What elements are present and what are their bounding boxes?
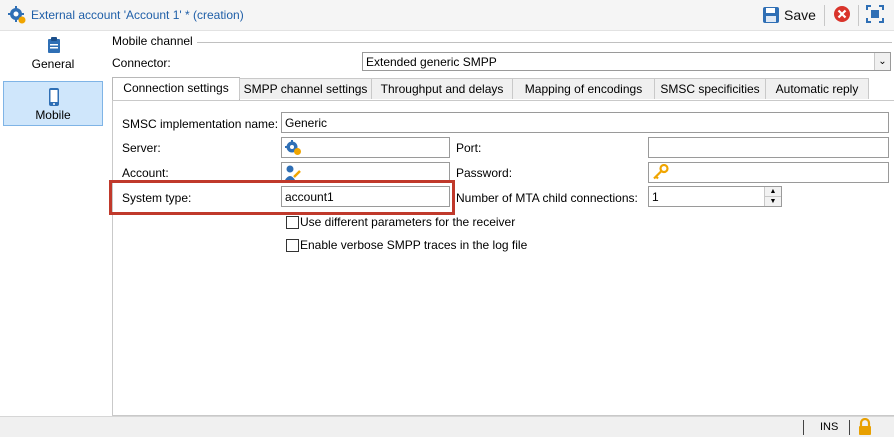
insert-mode-indicator: INS — [820, 421, 839, 433]
port-label: Port: — [456, 141, 482, 155]
mta-connections-label: Number of MTA child connections: — [456, 191, 638, 205]
smsc-name-label: SMSC implementation name: — [122, 117, 279, 131]
status-separator — [803, 420, 804, 435]
status-bar: INS — [0, 416, 894, 437]
connector-label: Connector: — [112, 56, 171, 70]
receiver-params-label: Use different parameters for the receive… — [300, 215, 516, 229]
cancel-button[interactable] — [833, 5, 853, 25]
verbose-traces-checkbox[interactable] — [286, 239, 299, 252]
smsc-name-value: Generic — [285, 116, 328, 130]
tab-smpp-channel-settings[interactable]: SMPP channel settings — [239, 78, 372, 99]
external-account-gear-icon — [8, 6, 26, 24]
close-circle-icon — [834, 6, 850, 22]
toolbar-separator — [824, 5, 825, 26]
increment-arrow-icon[interactable]: ▲ — [765, 187, 781, 197]
save-button[interactable]: Save — [760, 4, 820, 26]
server-label: Server: — [122, 141, 161, 155]
sidebar-item-label: Mobile — [35, 108, 71, 122]
password-label: Password: — [456, 166, 513, 180]
password-input[interactable] — [648, 162, 889, 183]
receiver-params-checkbox[interactable] — [286, 216, 299, 229]
toolbar-separator — [858, 5, 859, 26]
key-icon — [653, 164, 669, 180]
maximize-button[interactable] — [866, 5, 886, 25]
sidebar: General Mobile — [0, 31, 107, 416]
title-bar: External account 'Account 1' * (creation… — [0, 0, 894, 31]
sidebar-item-mobile[interactable]: Mobile — [3, 81, 103, 126]
user-key-icon — [285, 165, 301, 180]
sidebar-item-general[interactable]: General — [3, 31, 103, 76]
connector-select[interactable]: Extended generic SMPP ⌄ — [362, 52, 891, 71]
mobile-phone-icon — [49, 88, 59, 106]
tab-connection-settings[interactable]: Connection settings — [112, 77, 240, 100]
tab-smsc-specificities[interactable]: SMSC specificities — [654, 78, 766, 99]
maximize-icon — [866, 5, 884, 23]
smsc-name-input[interactable]: Generic — [281, 112, 889, 133]
section-title: Mobile channel — [112, 34, 193, 48]
floppy-disk-icon — [763, 7, 779, 23]
status-separator — [849, 420, 850, 435]
server-gear-icon — [285, 140, 301, 155]
chevron-down-icon[interactable]: ⌄ — [874, 53, 890, 70]
sidebar-item-label: General — [31, 57, 75, 71]
tab-bar: Connection settings SMPP channel setting… — [112, 77, 894, 100]
save-button-label: Save — [784, 7, 816, 23]
verbose-traces-label: Enable verbose SMPP traces in the log fi… — [300, 238, 528, 252]
decrement-arrow-icon[interactable]: ▼ — [765, 197, 781, 206]
highlight-box — [109, 180, 455, 215]
account-label: Account: — [122, 166, 169, 180]
connector-value: Extended generic SMPP — [366, 55, 497, 69]
mta-connections-stepper[interactable]: 1 ▲ ▼ — [648, 186, 782, 207]
section-divider — [197, 42, 892, 43]
mta-connections-value: 1 — [652, 190, 659, 204]
stepper-buttons[interactable]: ▲ ▼ — [764, 187, 781, 206]
server-input[interactable] — [281, 137, 450, 158]
tab-mapping-of-encodings[interactable]: Mapping of encodings — [512, 78, 655, 99]
port-input[interactable] — [648, 137, 889, 158]
window-title: External account 'Account 1' * (creation… — [31, 8, 244, 22]
tab-automatic-reply[interactable]: Automatic reply — [765, 78, 869, 99]
clipboard-icon — [48, 37, 60, 53]
tab-throughput-and-delays[interactable]: Throughput and delays — [371, 78, 513, 99]
